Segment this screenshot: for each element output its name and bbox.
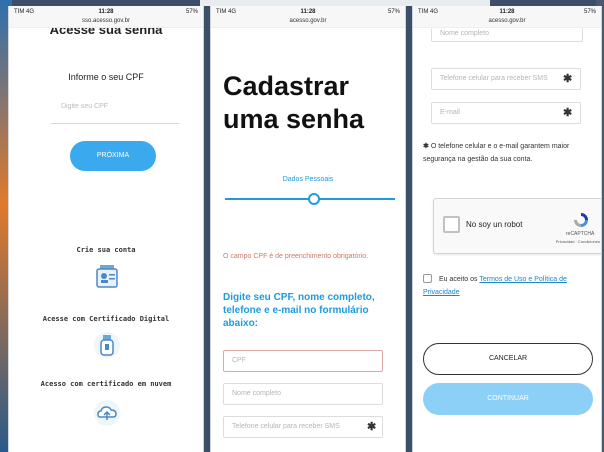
continue-button[interactable]: CONTINUAR xyxy=(423,383,593,415)
page-header-partial: Acesse sua senha xyxy=(49,28,163,36)
step-indicator xyxy=(308,193,320,205)
phone-screen-login: TIM 4G 11:28 57% sso.acesso.gov.br Acess… xyxy=(8,6,204,452)
url-bar[interactable]: sso.acesso.gov.br xyxy=(9,18,203,24)
name-placeholder: Nome completo xyxy=(232,390,282,397)
security-note-text: O telefone celular e o e-mail garantem m… xyxy=(423,143,570,163)
name-field[interactable]: Nome completo xyxy=(431,28,583,42)
battery-label: 57% xyxy=(387,9,400,15)
required-field-message: O campo CPF é de preenchimento obrigatór… xyxy=(223,253,369,260)
status-bar: TIM 4G 11:28 57% acesso.gov.br xyxy=(413,6,601,28)
battery-label: 57% xyxy=(185,9,198,15)
clock: 11:28 xyxy=(499,9,515,15)
battery-label: 57% xyxy=(583,9,596,15)
cancel-button-label: CANCELAR xyxy=(488,355,528,362)
cpf-prompt: Informe o seu CPF xyxy=(68,72,144,82)
phone-field[interactable]: Telefone celular para receber SMS xyxy=(223,416,383,438)
create-account-link[interactable]: Crie sua conta xyxy=(9,246,203,254)
cloud-upload-icon[interactable] xyxy=(92,398,122,428)
terms-prefix: Eu aceito os xyxy=(439,276,478,283)
url-bar[interactable]: acesso.gov.br xyxy=(211,18,405,24)
status-bar: TIM 4G 11:28 57% sso.acesso.gov.br xyxy=(9,6,203,28)
id-card-icon[interactable] xyxy=(92,261,122,291)
title-line-1: Cadastrar xyxy=(223,71,350,101)
clock: 11:28 xyxy=(300,9,316,15)
note-asterisk-icon: ✱ xyxy=(423,143,431,150)
phone-screen-register-continued: TIM 4G 11:28 57% acesso.gov.br Nome comp… xyxy=(412,6,602,452)
continue-button-label: CONTINUAR xyxy=(487,395,529,402)
terms-text: Eu aceito os Termos de Uso e Política de… xyxy=(423,273,595,299)
required-asterisk-icon: ✱ xyxy=(563,107,573,119)
title-line-2: uma senha xyxy=(223,104,365,134)
cpf-placeholder: Digite seu CPF xyxy=(61,103,109,110)
cancel-button[interactable]: CANCELAR xyxy=(423,343,593,375)
next-button-label: PRÓXIMA xyxy=(96,152,130,159)
step-label: Dados Pessoais xyxy=(282,176,334,183)
cpf-input[interactable]: Digite seu CPF xyxy=(51,90,179,124)
cpf-field[interactable]: CPF xyxy=(223,350,383,372)
next-button[interactable]: PRÓXIMA xyxy=(70,141,156,171)
cloud-certificate-link[interactable]: Acesso com certificado em nuvem xyxy=(9,380,203,388)
status-bar: TIM 4G 11:28 57% acesso.gov.br xyxy=(211,6,405,28)
cpf-placeholder: CPF xyxy=(232,357,246,364)
required-asterisk-icon: ✱ xyxy=(563,73,573,85)
security-note: ✱ O telefone celular e o e-mail garantem… xyxy=(423,140,593,166)
email-field[interactable]: E-mail xyxy=(431,102,581,124)
recaptcha-widget[interactable]: No soy un robot reCAPTCHA Privacidad · C… xyxy=(433,198,601,254)
recaptcha-links[interactable]: Privacidad · Condiciones xyxy=(548,239,600,244)
form-instruction: Digite seu CPF, nome completo, telefone … xyxy=(223,292,375,329)
recaptcha-checkbox[interactable] xyxy=(443,216,460,233)
name-field[interactable]: Nome completo xyxy=(223,383,383,405)
digital-certificate-link[interactable]: Acesse com Certificado Digital xyxy=(9,315,203,323)
phone-screen-register: TIM 4G 11:28 57% acesso.gov.br Cadastrar… xyxy=(210,6,406,452)
recaptcha-brand: reCAPTCHA xyxy=(566,231,595,237)
phone-placeholder: Telefone celular para receber SMS xyxy=(440,75,548,82)
clock: 11:28 xyxy=(98,9,114,15)
usb-token-icon[interactable] xyxy=(92,330,122,360)
required-asterisk-icon: ✱ xyxy=(367,421,377,433)
phone-placeholder: Telefone celular para receber SMS xyxy=(232,423,340,430)
phone-field[interactable]: Telefone celular para receber SMS xyxy=(431,68,581,90)
recaptcha-label: No soy un robot xyxy=(466,220,523,229)
email-placeholder: E-mail xyxy=(440,109,460,116)
url-bar[interactable]: acesso.gov.br xyxy=(413,18,601,24)
page-title: Cadastrar uma senha xyxy=(223,70,364,136)
name-placeholder: Nome completo xyxy=(440,30,490,37)
